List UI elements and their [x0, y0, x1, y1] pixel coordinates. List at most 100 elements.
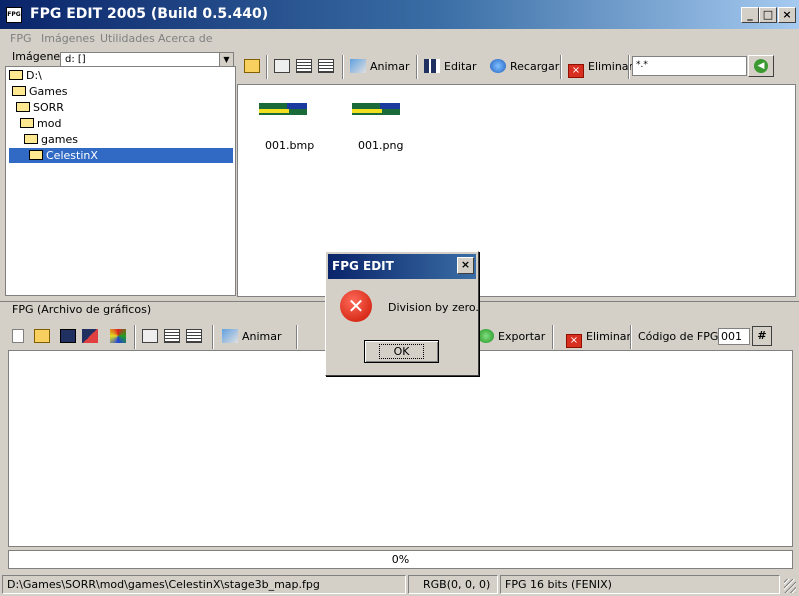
- view-large-button[interactable]: [142, 326, 162, 348]
- tree-item-d[interactable]: D:\: [9, 68, 42, 83]
- filter-input[interactable]: *.*: [632, 56, 747, 76]
- ok-button[interactable]: OK: [364, 340, 439, 363]
- toolbar-separator: [212, 325, 214, 349]
- fpg-group-label: FPG (Archivo de gráficos): [12, 303, 152, 316]
- view-details-button[interactable]: [318, 56, 338, 78]
- save-as-icon: [82, 329, 98, 343]
- open-folder-button[interactable]: [244, 56, 264, 78]
- status-format: FPG 16 bits (FENIX): [500, 575, 780, 594]
- view-details-icon: [318, 59, 334, 73]
- reload-icon: [490, 59, 506, 73]
- delete-icon: ×: [566, 334, 582, 348]
- apply-filter-button[interactable]: ◀: [748, 55, 774, 77]
- maximize-button[interactable]: □: [759, 7, 777, 23]
- fpg-code-input[interactable]: 001: [718, 328, 750, 345]
- menu-imagenes[interactable]: Imágenes: [41, 32, 95, 45]
- fpg-code-button[interactable]: #: [752, 326, 772, 346]
- toolbar-separator: [552, 325, 554, 349]
- hash-icon: #: [757, 329, 767, 342]
- app-icon: FPG: [6, 7, 22, 23]
- toolbar-separator: [342, 55, 344, 79]
- delete-icon: ×: [568, 64, 584, 78]
- folder-open-icon: [29, 150, 43, 160]
- dialog-message: Division by zero.: [388, 301, 479, 314]
- palette-button[interactable]: [110, 326, 130, 348]
- drive-select-value: d: []: [65, 54, 86, 65]
- new-file-icon: [12, 329, 24, 343]
- folder-icon: [16, 102, 30, 112]
- menu-fpg[interactable]: FPG: [10, 32, 31, 45]
- view-large-button[interactable]: [274, 56, 294, 78]
- view-list-button[interactable]: [296, 56, 316, 78]
- palette-icon: [110, 329, 126, 343]
- folder-icon: [24, 134, 38, 144]
- chevron-down-icon[interactable]: ▼: [219, 53, 233, 67]
- resize-grip[interactable]: [784, 579, 796, 593]
- thumbnail-001-bmp[interactable]: [259, 103, 307, 115]
- error-dialog: FPG EDIT × ✕ Division by zero. OK: [325, 251, 479, 376]
- view-list-icon: [164, 329, 180, 343]
- status-bar: D:\Games\SORR\mod\games\CelestinX\stage3…: [0, 573, 799, 596]
- progress-bar: 0%: [8, 550, 793, 569]
- close-button[interactable]: ×: [778, 7, 796, 23]
- thumbnail-001-png[interactable]: [352, 103, 400, 115]
- edit-icon: [424, 59, 440, 73]
- fpg-animate-button[interactable]: Animar: [222, 326, 282, 348]
- menu-utilidades[interactable]: Utilidades: [100, 32, 155, 45]
- view-details-button[interactable]: [186, 326, 206, 348]
- dialog-title: FPG EDIT: [328, 254, 476, 279]
- fpg-code-label: Código de FPG:: [638, 330, 723, 343]
- view-list-icon: [296, 59, 312, 73]
- menu-bar: FPG Imágenes Utilidades Acerca de: [0, 29, 799, 49]
- save-fpg-button[interactable]: [60, 326, 80, 348]
- reload-button[interactable]: Recargar: [490, 56, 559, 78]
- view-details-icon: [186, 329, 202, 343]
- edit-button[interactable]: Editar: [424, 56, 477, 78]
- view-large-icon: [274, 59, 290, 73]
- minimize-button[interactable]: _: [741, 7, 759, 23]
- dialog-close-button[interactable]: ×: [457, 257, 474, 274]
- toolbar-separator: [266, 55, 268, 79]
- file-name[interactable]: 001.bmp: [265, 139, 314, 152]
- new-fpg-button[interactable]: [12, 326, 28, 348]
- toolbar-separator: [134, 325, 136, 349]
- menu-acerca-de[interactable]: Acerca de: [158, 32, 212, 45]
- title-bar: FPG FPG EDIT 2005 (Build 0.5.440) _ □ ×: [0, 0, 799, 29]
- go-icon: ◀: [754, 59, 768, 73]
- folder-icon: [244, 59, 260, 73]
- open-fpg-button[interactable]: [34, 326, 54, 348]
- folder-tree[interactable]: D:\ Games SORR mod games CelestinX: [5, 66, 236, 296]
- tree-item-sorr[interactable]: SORR: [16, 100, 64, 115]
- image-file-list[interactable]: 001.bmp 001.png: [237, 84, 796, 297]
- fpg-graphics-list[interactable]: [8, 350, 793, 547]
- tree-item-mod[interactable]: mod: [20, 116, 61, 131]
- animate-button[interactable]: Animar: [350, 56, 410, 78]
- status-rgb: RGB(0, 0, 0): [408, 575, 498, 594]
- animate-icon: [222, 329, 238, 343]
- tree-item-games-sub[interactable]: games: [24, 132, 78, 147]
- animate-icon: [350, 59, 366, 73]
- view-list-button[interactable]: [164, 326, 184, 348]
- folder-icon: [34, 329, 50, 343]
- toolbar-separator: [630, 325, 632, 349]
- toolbar-separator: [296, 325, 298, 349]
- toolbar-separator: [416, 55, 418, 79]
- view-large-icon: [142, 329, 158, 343]
- file-name[interactable]: 001.png: [358, 139, 403, 152]
- tree-item-celestinx[interactable]: CelestinX: [9, 148, 233, 163]
- tree-item-games[interactable]: Games: [12, 84, 67, 99]
- fpg-delete-button[interactable]: × Eliminar: [566, 326, 631, 348]
- error-icon: ✕: [340, 290, 372, 322]
- toolbar-separator: [628, 55, 630, 79]
- save-as-button[interactable]: [82, 326, 102, 348]
- toolbar-separator: [560, 55, 562, 79]
- export-button[interactable]: Exportar: [478, 326, 545, 348]
- folder-icon: [20, 118, 34, 128]
- status-path: D:\Games\SORR\mod\games\CelestinX\stage3…: [2, 575, 406, 594]
- window-title: FPG EDIT 2005 (Build 0.5.440): [30, 6, 269, 22]
- folder-icon: [12, 86, 26, 96]
- delete-button[interactable]: × Eliminar: [568, 56, 633, 78]
- save-icon: [60, 329, 76, 343]
- ok-button-label: OK: [378, 344, 425, 359]
- folder-icon: [9, 70, 23, 80]
